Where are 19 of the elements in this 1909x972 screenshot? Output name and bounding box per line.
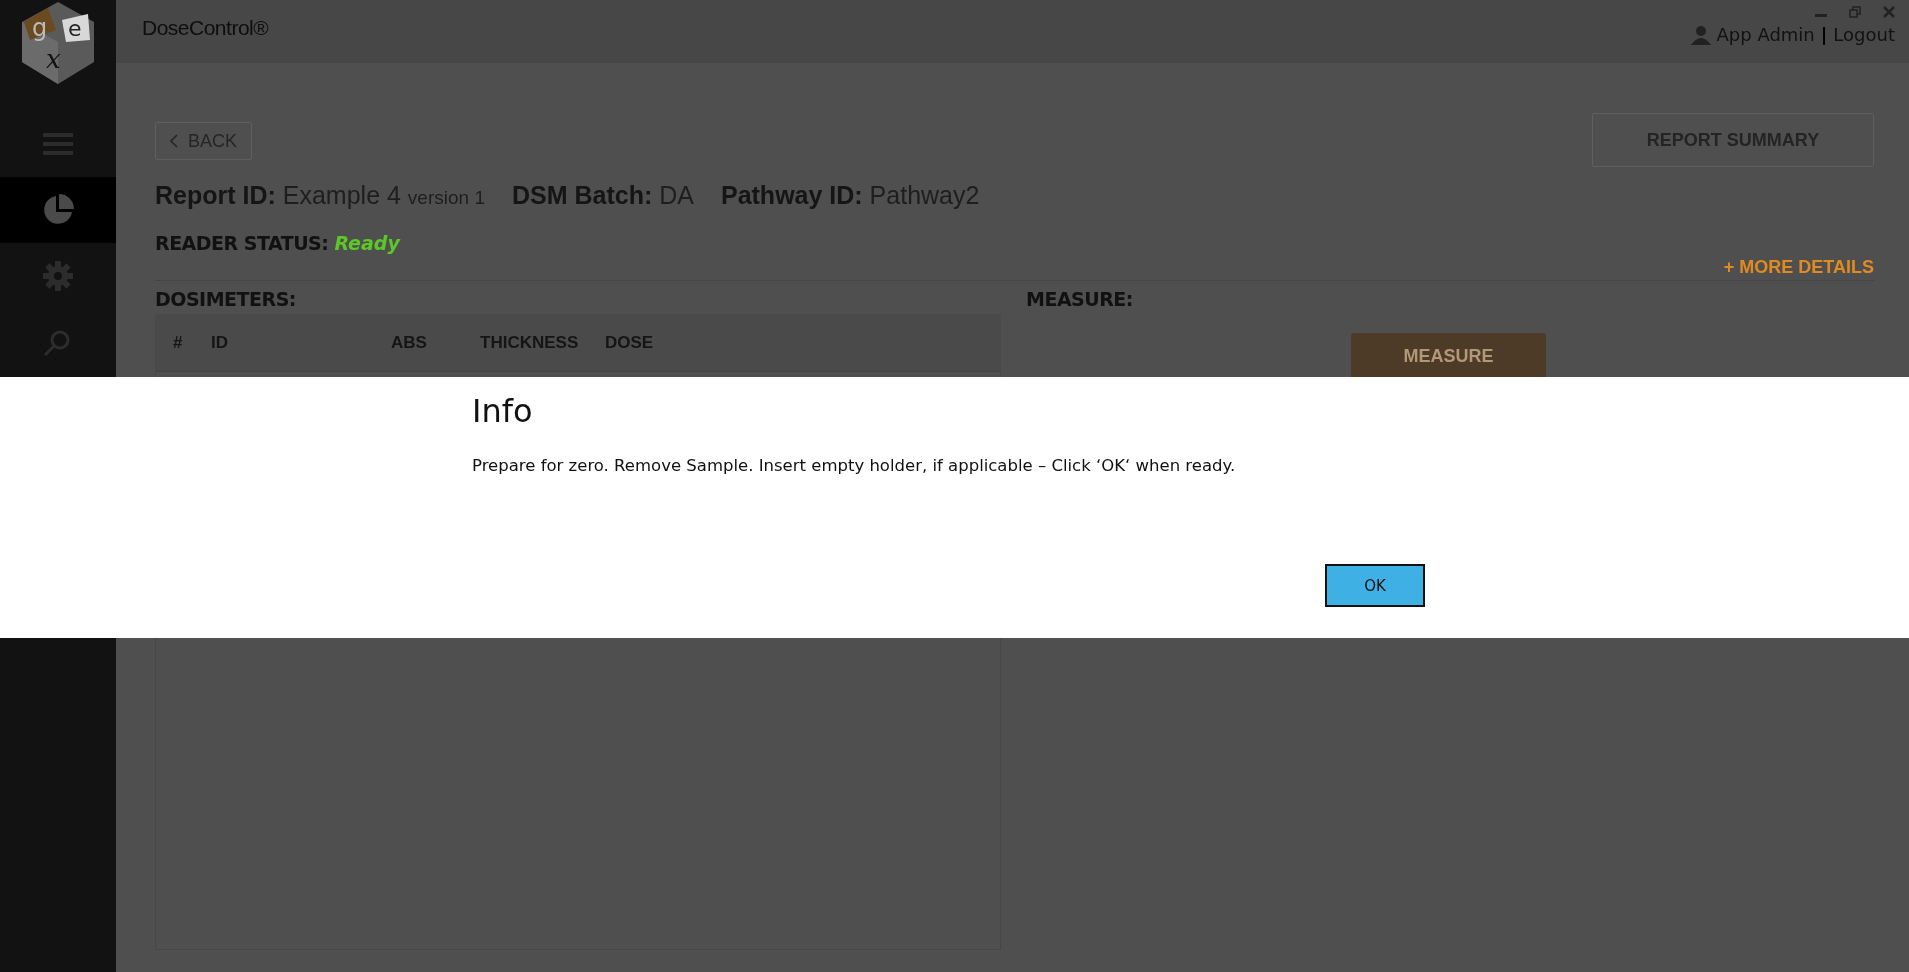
user-icon [1690, 24, 1711, 45]
reader-status-value: Ready [334, 232, 400, 254]
pie-chart-icon [42, 194, 74, 226]
dialog-title: Info [472, 392, 533, 430]
app-title: DoseControl® [142, 16, 269, 40]
more-details-link[interactable]: + MORE DETAILS [1723, 257, 1874, 280]
gear-icon [43, 261, 73, 291]
dosimeters-title: DOSIMETERS: [155, 288, 296, 310]
reader-status-label: READER STATUS: [155, 232, 329, 254]
restore-icon[interactable] [1849, 6, 1861, 18]
close-icon[interactable] [1883, 6, 1895, 18]
measure-title: MEASURE: [1026, 288, 1133, 310]
column-header: # [173, 332, 184, 353]
chevron-left-icon [170, 134, 178, 148]
separator: | [1820, 24, 1828, 45]
menu-icon [43, 133, 73, 155]
ok-button[interactable]: OK [1325, 564, 1425, 607]
sidebar-item[interactable] [0, 177, 116, 243]
dialog-message: Prepare for zero. Remove Sample. Insert empty holder, if applicable – Click ‘OK‘ when ready. [472, 456, 1236, 475]
